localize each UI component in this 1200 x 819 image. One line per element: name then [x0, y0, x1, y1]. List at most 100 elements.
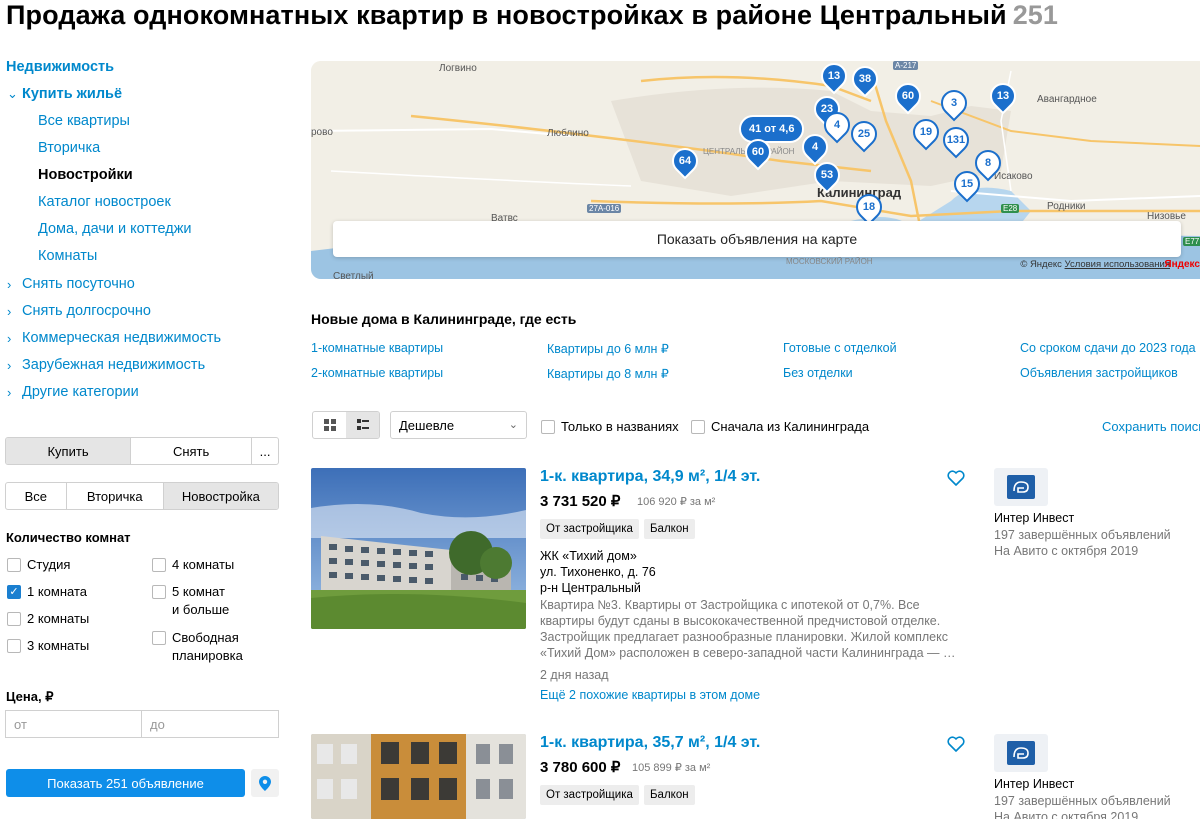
nav-rooms[interactable]: Комнаты: [38, 248, 97, 264]
listing-title-link[interactable]: 1-к. квартира, 35,7 м², 1/4 эт.: [540, 734, 760, 752]
seller-logo-image: [1007, 741, 1035, 765]
chevron-right-icon: ›: [7, 304, 12, 319]
chevron-down-icon: ⌄: [508, 419, 518, 431]
nav-rent-long[interactable]: Снять долгосрочно: [22, 303, 151, 319]
listing-complex-name[interactable]: ЖК «Тихий дом»: [540, 549, 637, 563]
seller-ads-count: 197 завершённых объявлений: [994, 528, 1171, 542]
chevron-right-icon: ›: [7, 277, 12, 292]
building-photo-image: [311, 734, 526, 819]
nav-new-buildings-catalog[interactable]: Каталог новостроек: [38, 194, 171, 210]
new-homes-link[interactable]: Готовые с отделкой: [783, 341, 897, 355]
checkbox-icon: [7, 639, 21, 653]
road-badge: E77: [1183, 237, 1200, 246]
nav-foreign[interactable]: Зарубежная недвижимость: [22, 357, 205, 373]
chevron-down-icon: ⌄: [7, 86, 18, 101]
new-homes-title: Новые дома в Калининграде, где есть: [311, 311, 577, 327]
room-checkbox-free-layout[interactable]: Свободная планировка: [152, 629, 243, 665]
seller-name[interactable]: Интер Инвест: [994, 511, 1074, 525]
listing-date: 2 дня назад: [540, 668, 609, 682]
grid-view-button[interactable]: [313, 412, 346, 438]
price-range: [5, 710, 279, 738]
nav-secondary[interactable]: Вторичка: [38, 140, 100, 156]
seller-name[interactable]: Интер Инвест: [994, 777, 1074, 791]
tab-secondary[interactable]: Вторичка: [67, 483, 164, 509]
nav-buy-housing[interactable]: Купить жильё: [22, 86, 122, 102]
nav-new-buildings[interactable]: Новостройки: [38, 167, 133, 183]
listing-tag: Балкон: [644, 519, 695, 539]
sort-select[interactable]: Дешевле ⌄: [390, 411, 527, 439]
listing-price: 3 731 520 ₽: [540, 493, 621, 510]
tab-buy[interactable]: Купить: [6, 438, 132, 464]
checkbox-icon: [152, 585, 166, 599]
grid-icon: [323, 419, 336, 431]
results-count: 251: [1012, 0, 1059, 30]
new-homes-link[interactable]: Без отделки: [783, 366, 853, 380]
chevron-right-icon: ›: [7, 385, 12, 400]
listing-title-link[interactable]: 1-к. квартира, 34,9 м², 1/4 эт.: [540, 468, 760, 486]
map-label-district: МОСКОВСКИЙ РАЙОН: [786, 257, 873, 266]
save-search-link[interactable]: Сохранить поиск: [1102, 419, 1200, 434]
map-provider-logo: Яндекс: [1164, 259, 1200, 270]
listing-tag: От застройщика: [540, 785, 639, 805]
view-toggle: [312, 411, 380, 439]
room-checkbox-3[interactable]: 3 комнаты: [7, 637, 89, 655]
nav-houses[interactable]: Дома, дачи и коттеджи: [38, 221, 192, 237]
new-homes-link[interactable]: 1-комнатные квартиры: [311, 341, 443, 355]
listing-district: р-н Центральный: [540, 581, 641, 595]
map-label-partial: рово: [311, 127, 333, 138]
nav-other[interactable]: Другие категории: [22, 384, 139, 400]
map-label-avangardnoe: Авангардное: [1037, 94, 1097, 105]
listing-photo[interactable]: [311, 734, 526, 819]
map-preview[interactable]: Логвино Люблино Авангардное Исаково Родн…: [311, 61, 1200, 279]
listing-price-per-meter: 106 920 ₽ за м²: [637, 496, 716, 508]
rooms-filter-label: Количество комнат: [6, 530, 131, 545]
favorite-button[interactable]: [947, 736, 965, 757]
tab-rent[interactable]: Снять: [131, 438, 253, 464]
new-homes-link[interactable]: Квартиры до 8 млн ₽: [547, 366, 669, 381]
deal-type-selector: Купить Снять ...: [5, 437, 279, 465]
room-checkbox-studio[interactable]: Студия: [7, 556, 70, 574]
listing-price-per-meter: 105 899 ₽ за м²: [632, 762, 711, 774]
road-badge: E28: [1001, 204, 1020, 213]
tab-all[interactable]: Все: [6, 483, 67, 509]
map-label-isakovo: Исаково: [994, 171, 1033, 182]
list-view-button[interactable]: [346, 412, 379, 438]
show-on-map-button[interactable]: [251, 769, 279, 797]
listing-tag: Балкон: [644, 785, 695, 805]
room-checkbox-4[interactable]: 4 комнаты: [152, 556, 234, 574]
map-copyright: © Яндекс Условия использования: [1020, 259, 1170, 270]
new-homes-link[interactable]: 2-комнатные квартиры: [311, 366, 443, 380]
map-terms-link[interactable]: Условия использования: [1065, 259, 1170, 270]
tab-new-building[interactable]: Новостройка: [163, 483, 278, 509]
kaliningrad-first-checkbox[interactable]: Сначала из Калининграда: [691, 419, 869, 434]
show-on-map-bar[interactable]: Показать объявления на карте: [333, 221, 1181, 257]
seller-logo[interactable]: [994, 734, 1048, 772]
seller-since: На Авито с октября 2019: [994, 544, 1139, 558]
new-homes-link[interactable]: Объявления застройщиков: [1020, 366, 1178, 380]
new-homes-link[interactable]: Квартиры до 6 млн ₽: [547, 341, 669, 356]
price-from-input[interactable]: [6, 711, 142, 737]
seller-logo[interactable]: [994, 468, 1048, 506]
room-checkbox-5plus[interactable]: 5 комнат и больше: [152, 583, 229, 619]
price-to-input[interactable]: [142, 711, 278, 737]
nav-rent-daily[interactable]: Снять посуточно: [22, 276, 135, 292]
listing-description: Квартира №3. Квартиры от Застройщика с и…: [540, 598, 956, 660]
new-homes-link[interactable]: Со сроком сдачи до 2023 года: [1020, 341, 1196, 355]
nav-all-apartments[interactable]: Все квартиры: [38, 113, 130, 129]
seller-logo-image: [1007, 475, 1035, 499]
page-title: Продажа однокомнатных квартир в новостро…: [6, 0, 1059, 30]
show-results-button[interactable]: Показать 251 объявление: [6, 769, 245, 797]
map-cluster-pill[interactable]: 41 от 4,6: [739, 115, 805, 143]
checkbox-icon: [7, 558, 21, 572]
room-checkbox-2[interactable]: 2 комнаты: [7, 610, 89, 628]
only-in-titles-checkbox[interactable]: Только в названиях: [541, 419, 679, 434]
listing-street: ул. Тихоненко, д. 76: [540, 565, 656, 579]
nav-commercial[interactable]: Коммерческая недвижимость: [22, 330, 221, 346]
listing-photo[interactable]: [311, 468, 526, 629]
nav-header-realty[interactable]: Недвижимость: [6, 59, 114, 75]
room-checkbox-1[interactable]: ✓ 1 комната: [7, 583, 87, 601]
listing-price: 3 780 600 ₽: [540, 759, 621, 776]
listing-more-link[interactable]: Ещё 2 похожие квартиры в этом доме: [540, 688, 760, 702]
favorite-button[interactable]: [947, 470, 965, 491]
tab-more[interactable]: ...: [252, 438, 278, 464]
